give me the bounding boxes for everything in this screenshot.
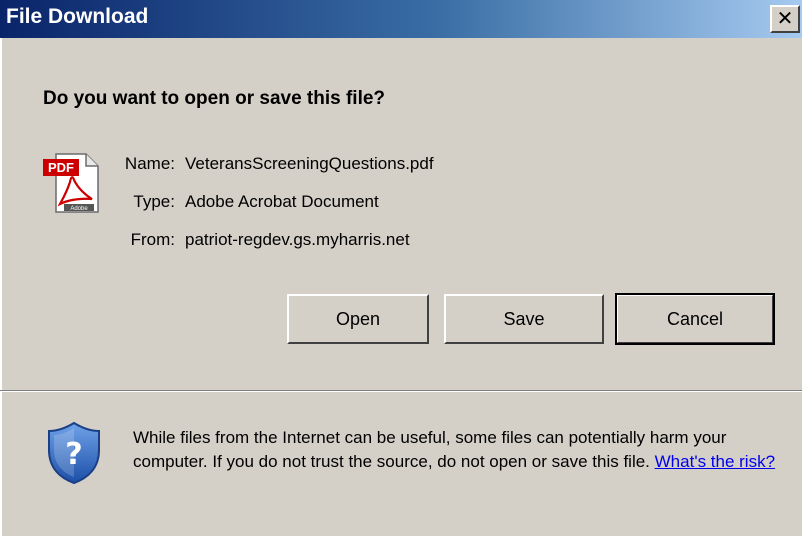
window-title: File Download bbox=[6, 5, 149, 28]
security-shield-question-icon: ? bbox=[48, 421, 100, 485]
security-warning: While files from the Internet can be use… bbox=[133, 426, 788, 474]
cancel-button[interactable]: Cancel bbox=[615, 293, 775, 345]
file-name-label: Name: bbox=[124, 154, 175, 173]
divider bbox=[0, 390, 802, 392]
file-type-label: Type: bbox=[133, 192, 175, 211]
file-source-label: From: bbox=[130, 230, 175, 249]
file-download-dialog: File Download ✕ Do you want to open or s… bbox=[0, 0, 802, 536]
whats-the-risk-link[interactable]: What's the risk? bbox=[655, 452, 775, 471]
save-button[interactable]: Save bbox=[444, 294, 604, 344]
svg-text:?: ? bbox=[65, 437, 82, 472]
warning-text: While files from the Internet can be use… bbox=[133, 428, 727, 471]
open-button[interactable]: Open bbox=[287, 294, 429, 344]
file-type-value: Adobe Acrobat Document bbox=[185, 192, 379, 211]
close-icon: ✕ bbox=[776, 6, 794, 30]
title-bar[interactable]: File Download ✕ bbox=[0, 0, 802, 38]
close-button[interactable]: ✕ bbox=[770, 5, 800, 33]
file-source-value: patriot-regdev.gs.myharris.net bbox=[185, 230, 410, 249]
dialog-question: Do you want to open or save this file? bbox=[43, 88, 386, 109]
window-border bbox=[0, 38, 2, 536]
file-name-value: VeteransScreeningQuestions.pdf bbox=[185, 154, 434, 173]
